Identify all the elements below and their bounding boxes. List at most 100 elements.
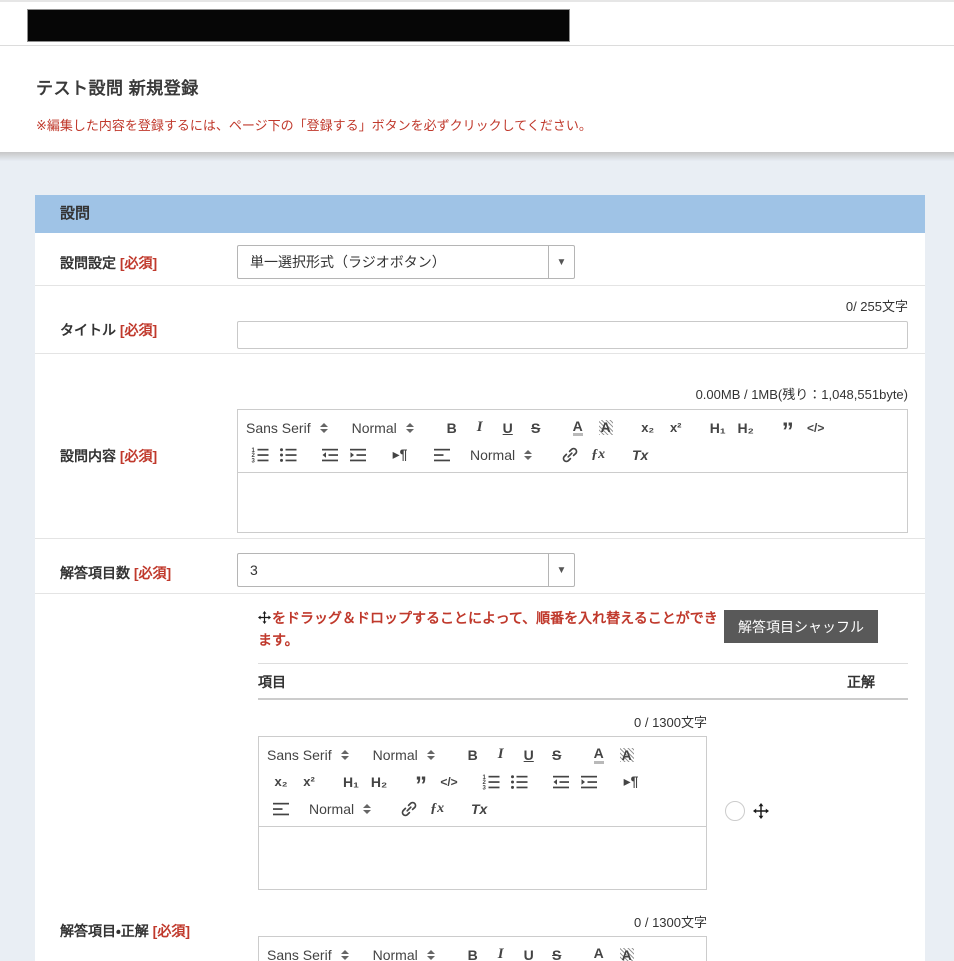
bullet-list-button[interactable] xyxy=(274,443,302,467)
answer-count-select[interactable]: 3 ▼ xyxy=(237,553,575,587)
editor-content-area[interactable] xyxy=(238,473,907,532)
subscript-button[interactable]: x₂ xyxy=(267,770,295,794)
drag-handle-icon[interactable] xyxy=(753,803,769,819)
rich-text-toolbar: Sans Serif Normal B I U S A A x₂ x² xyxy=(259,737,706,827)
bold-button[interactable]: B xyxy=(459,743,487,767)
link-button[interactable] xyxy=(395,797,423,821)
list-group: 123 xyxy=(246,443,302,467)
link-button[interactable] xyxy=(556,443,584,467)
strike-button[interactable]: S xyxy=(522,416,550,440)
formula-button[interactable]: ƒx xyxy=(423,797,451,821)
formula-button[interactable]: ƒx xyxy=(584,443,612,467)
field-label-text: 解答項目数 xyxy=(60,565,130,581)
italic-button[interactable]: I xyxy=(466,416,494,440)
font-picker[interactable]: Sans Serif xyxy=(267,947,349,961)
format-group: B I U S xyxy=(459,943,571,961)
indent-button[interactable] xyxy=(344,443,372,467)
size-picker[interactable]: Normal xyxy=(309,801,371,817)
highlight-color-button[interactable]: A xyxy=(613,943,641,961)
question-form-card: 設問 設問設定 [必須] 単一選択形式（ラジオボタン） ▼ タイトル [必須] … xyxy=(35,195,925,961)
ordered-list-button[interactable]: 123 xyxy=(246,443,274,467)
strike-button[interactable]: S xyxy=(543,743,571,767)
answer-item-row: Sans Serif Normal B I U S A A x₂ x² xyxy=(258,931,908,961)
text-direction-button[interactable]: ▸¶ xyxy=(617,770,645,794)
outdent-button[interactable] xyxy=(316,443,344,467)
code-block-button[interactable]: </> xyxy=(435,770,463,794)
ordered-list-button[interactable]: 123 xyxy=(477,770,505,794)
form-row-title: タイトル [必須] 0/ 255文字 xyxy=(35,286,925,354)
align-button[interactable] xyxy=(267,797,295,821)
field-label-text: 解答項目・正解 xyxy=(60,923,149,939)
font-picker[interactable]: Sans Serif xyxy=(267,747,349,763)
shuffle-answers-button[interactable]: 解答項目シャッフル xyxy=(724,610,878,643)
strike-button[interactable]: S xyxy=(543,943,571,961)
highlight-color-button[interactable]: A xyxy=(613,743,641,767)
rich-text-toolbar: Sans Serif Normal B I U S A A x₂ x² xyxy=(238,410,907,473)
picker-arrows-icon xyxy=(427,750,435,760)
text-color-button[interactable]: A xyxy=(564,416,592,440)
font-picker-label: Sans Serif xyxy=(246,420,311,436)
align-button[interactable] xyxy=(428,443,456,467)
editor-content-area[interactable] xyxy=(259,827,706,889)
picker-arrows-icon xyxy=(341,750,349,760)
form-row-answer-count: 解答項目数 [必須] 3 ▼ xyxy=(35,539,925,594)
heading-picker[interactable]: Normal xyxy=(373,947,435,961)
text-color-button[interactable]: A xyxy=(585,943,613,961)
color-group: A A xyxy=(564,416,620,440)
heading-picker-label: Normal xyxy=(373,747,418,763)
clean-format-button[interactable]: Tx xyxy=(626,443,654,467)
toolbar-slot: Sans Serif Normal B I U S A A x₂ x² xyxy=(238,410,907,473)
highlight-color-button[interactable]: A xyxy=(592,416,620,440)
drag-instruction-block: をドラッグ＆ドロップすることによって、順番を入れ替えることができます。 解答項目… xyxy=(258,608,908,664)
superscript-button[interactable]: x² xyxy=(662,416,690,440)
title-input[interactable] xyxy=(237,321,908,349)
superscript-button[interactable]: x² xyxy=(295,770,323,794)
heading-picker[interactable]: Normal xyxy=(352,420,414,436)
script-group: x₂ x² xyxy=(634,416,690,440)
indent-button[interactable] xyxy=(575,770,603,794)
subscript-button[interactable]: x₂ xyxy=(634,416,662,440)
clean-format-button[interactable]: Tx xyxy=(465,797,493,821)
header2-button[interactable]: H₂ xyxy=(365,770,393,794)
underline-button[interactable]: U xyxy=(515,943,543,961)
italic-button[interactable]: I xyxy=(487,743,515,767)
answer-count-label: 解答項目数 [必須] xyxy=(60,553,237,587)
underline-button[interactable]: U xyxy=(515,743,543,767)
outdent-button[interactable] xyxy=(547,770,575,794)
indent-group xyxy=(547,770,603,794)
bold-button[interactable]: B xyxy=(459,943,487,961)
highlight-color-icon: A xyxy=(599,420,613,435)
required-badge: [必須] xyxy=(134,565,171,581)
page-header: テスト設問 新規登録 ※編集した内容を登録するには、ページ下の「登録する」ボタン… xyxy=(0,46,954,152)
header1-button[interactable]: H₁ xyxy=(337,770,365,794)
block-group: ” </> xyxy=(774,416,830,440)
section-header: 設問 xyxy=(35,195,925,233)
header-group: H₁ H₂ xyxy=(704,416,760,440)
size-picker[interactable]: Normal xyxy=(470,447,532,463)
drag-instruction-label: をドラッグ＆ドロップすることによって、順番を入れ替えることができます。 xyxy=(258,610,718,648)
bold-button[interactable]: B xyxy=(438,416,466,440)
code-block-button[interactable]: </> xyxy=(802,416,830,440)
direction-group: ▸¶ xyxy=(617,770,645,794)
heading-picker[interactable]: Normal xyxy=(373,747,435,763)
font-picker-label: Sans Serif xyxy=(267,747,332,763)
required-badge: [必須] xyxy=(153,923,190,939)
answer-char-counter: 0 / 1300文字 xyxy=(258,712,707,731)
highlight-color-icon: A xyxy=(620,948,634,961)
column-header-item: 項目 xyxy=(258,672,847,692)
correct-answer-radio[interactable] xyxy=(725,801,745,821)
bullet-list-button[interactable] xyxy=(505,770,533,794)
blockquote-button[interactable]: ” xyxy=(407,770,435,794)
question-type-select[interactable]: 単一選択形式（ラジオボタン） ▼ xyxy=(237,245,575,279)
answer-items-inner: をドラッグ＆ドロップすることによって、順番を入れ替えることができます。 解答項目… xyxy=(258,608,908,961)
blockquote-button[interactable]: ” xyxy=(774,416,802,440)
font-picker[interactable]: Sans Serif xyxy=(246,420,328,436)
header2-button[interactable]: H₂ xyxy=(732,416,760,440)
page-title: テスト設問 新規登録 xyxy=(36,74,954,99)
header1-button[interactable]: H₁ xyxy=(704,416,732,440)
text-direction-button[interactable]: ▸¶ xyxy=(386,443,414,467)
text-color-button[interactable]: A xyxy=(585,743,613,767)
italic-button[interactable]: I xyxy=(487,943,515,961)
move-icon xyxy=(258,610,272,626)
underline-button[interactable]: U xyxy=(494,416,522,440)
